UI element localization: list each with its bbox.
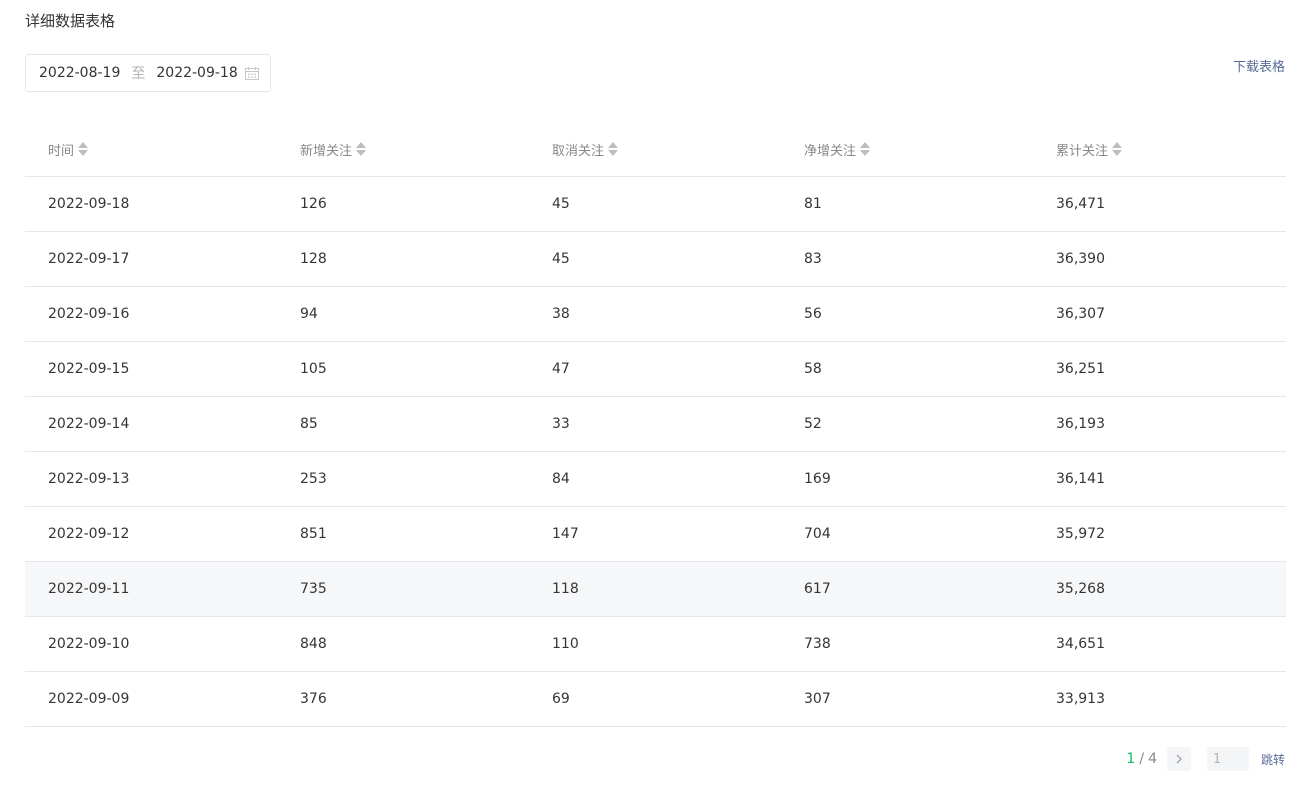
sort-icon[interactable] xyxy=(356,141,367,157)
next-page-button[interactable] xyxy=(1166,747,1191,771)
table-cell: 94 xyxy=(300,306,318,322)
table-cell: 2022-09-16 xyxy=(48,306,130,322)
date-separator: 至 xyxy=(131,66,146,82)
table-cell: 36,471 xyxy=(1056,196,1105,212)
column-header-label: 时间 xyxy=(48,143,75,159)
table-cell: 2022-09-17 xyxy=(48,251,130,267)
chevron-right-icon xyxy=(1176,754,1182,764)
table-cell: 2022-09-11 xyxy=(48,581,130,597)
sort-icon[interactable] xyxy=(1112,141,1123,157)
table-cell: 738 xyxy=(804,636,831,652)
table-cell: 376 xyxy=(300,691,327,707)
jump-button[interactable]: 跳转 xyxy=(1261,751,1285,768)
sort-icon[interactable] xyxy=(78,141,89,157)
table-cell: 47 xyxy=(552,361,570,377)
table-cell: 38 xyxy=(552,306,570,322)
table-cell: 69 xyxy=(552,691,570,707)
table-row: 2022-09-15 105 47 58 36,251 xyxy=(25,342,1286,397)
table-cell: 118 xyxy=(552,581,579,597)
table-row: 2022-09-11 735 118 617 35,268 xyxy=(25,562,1286,617)
current-page: 1 xyxy=(1126,751,1136,767)
table-cell: 617 xyxy=(804,581,831,597)
table-cell: 848 xyxy=(300,636,327,652)
column-header[interactable]: 取消关注 xyxy=(529,140,781,159)
table-cell: 56 xyxy=(804,306,822,322)
table-cell: 735 xyxy=(300,581,327,597)
calendar-icon[interactable] xyxy=(245,67,259,80)
column-header[interactable]: 净增关注 xyxy=(781,140,1033,159)
start-date[interactable]: 2022-08-19 xyxy=(39,65,120,81)
table-cell: 307 xyxy=(804,691,831,707)
table-cell: 147 xyxy=(552,526,579,542)
sort-icon[interactable] xyxy=(608,141,619,157)
table-cell: 110 xyxy=(552,636,579,652)
table-cell: 2022-09-09 xyxy=(48,691,130,707)
table-row: 2022-09-09 376 69 307 33,913 xyxy=(25,672,1286,727)
table-cell: 169 xyxy=(804,471,831,487)
end-date[interactable]: 2022-09-18 xyxy=(156,65,237,81)
table-cell: 45 xyxy=(552,196,570,212)
table-cell: 36,141 xyxy=(1056,471,1105,487)
data-table: 时间 新增关注 取消关注 净增关注 累计关注 2022-09-18 126 45 81 36,4… xyxy=(25,122,1286,727)
table-row: 2022-09-10 848 110 738 34,651 xyxy=(25,617,1286,672)
column-header-label: 新增关注 xyxy=(300,143,353,159)
table-cell: 33 xyxy=(552,416,570,432)
table-cell: 36,193 xyxy=(1056,416,1105,432)
table-cell: 35,268 xyxy=(1056,581,1105,597)
page-jump-input[interactable] xyxy=(1206,747,1249,771)
table-row: 2022-09-13 253 84 169 36,141 xyxy=(25,452,1286,507)
pagination: 1 / 4 跳转 xyxy=(1126,747,1285,771)
column-header[interactable]: 时间 xyxy=(25,140,277,159)
date-range-picker[interactable]: 2022-08-19 至 2022-09-18 xyxy=(25,54,271,92)
table-cell: 2022-09-18 xyxy=(48,196,130,212)
download-table-link[interactable]: 下载表格 xyxy=(1233,56,1285,75)
column-header-label: 净增关注 xyxy=(804,143,857,159)
table-cell: 128 xyxy=(300,251,327,267)
table-cell: 2022-09-14 xyxy=(48,416,130,432)
table-cell: 2022-09-15 xyxy=(48,361,130,377)
column-header-label: 取消关注 xyxy=(552,143,605,159)
table-cell: 36,251 xyxy=(1056,361,1105,377)
table-cell: 35,972 xyxy=(1056,526,1105,542)
table-cell: 58 xyxy=(804,361,822,377)
table-header: 时间 新增关注 取消关注 净增关注 累计关注 xyxy=(25,122,1286,177)
table-body: 2022-09-18 126 45 81 36,471 2022-09-17 128 45 83… xyxy=(25,177,1286,727)
table-cell: 34,651 xyxy=(1056,636,1105,652)
table-cell: 2022-09-12 xyxy=(48,526,130,542)
table-cell: 45 xyxy=(552,251,570,267)
table-row: 2022-09-12 851 147 704 35,972 xyxy=(25,507,1286,562)
table-cell: 2022-09-13 xyxy=(48,471,130,487)
table-cell: 36,307 xyxy=(1056,306,1105,322)
page-separator: / xyxy=(1139,751,1145,767)
table-cell: 126 xyxy=(300,196,327,212)
table-cell: 704 xyxy=(804,526,831,542)
column-header[interactable]: 新增关注 xyxy=(277,140,529,159)
table-cell: 81 xyxy=(804,196,822,212)
table-cell: 253 xyxy=(300,471,327,487)
table-cell: 52 xyxy=(804,416,822,432)
table-cell: 851 xyxy=(300,526,327,542)
table-row: 2022-09-16 94 38 56 36,307 xyxy=(25,287,1286,342)
table-cell: 105 xyxy=(300,361,327,377)
table-cell: 85 xyxy=(300,416,318,432)
table-cell: 84 xyxy=(552,471,570,487)
table-row: 2022-09-14 85 33 52 36,193 xyxy=(25,397,1286,452)
total-pages: 4 xyxy=(1148,751,1157,767)
table-cell: 33,913 xyxy=(1056,691,1105,707)
table-row: 2022-09-17 128 45 83 36,390 xyxy=(25,232,1286,287)
table-cell: 36,390 xyxy=(1056,251,1105,267)
table-cell: 2022-09-10 xyxy=(48,636,130,652)
table-row: 2022-09-18 126 45 81 36,471 xyxy=(25,177,1286,232)
column-header[interactable]: 累计关注 xyxy=(1033,140,1286,159)
column-header-label: 累计关注 xyxy=(1056,143,1109,159)
table-cell: 83 xyxy=(804,251,822,267)
section-title: 详细数据表格 xyxy=(25,12,116,30)
sort-icon[interactable] xyxy=(860,141,871,157)
